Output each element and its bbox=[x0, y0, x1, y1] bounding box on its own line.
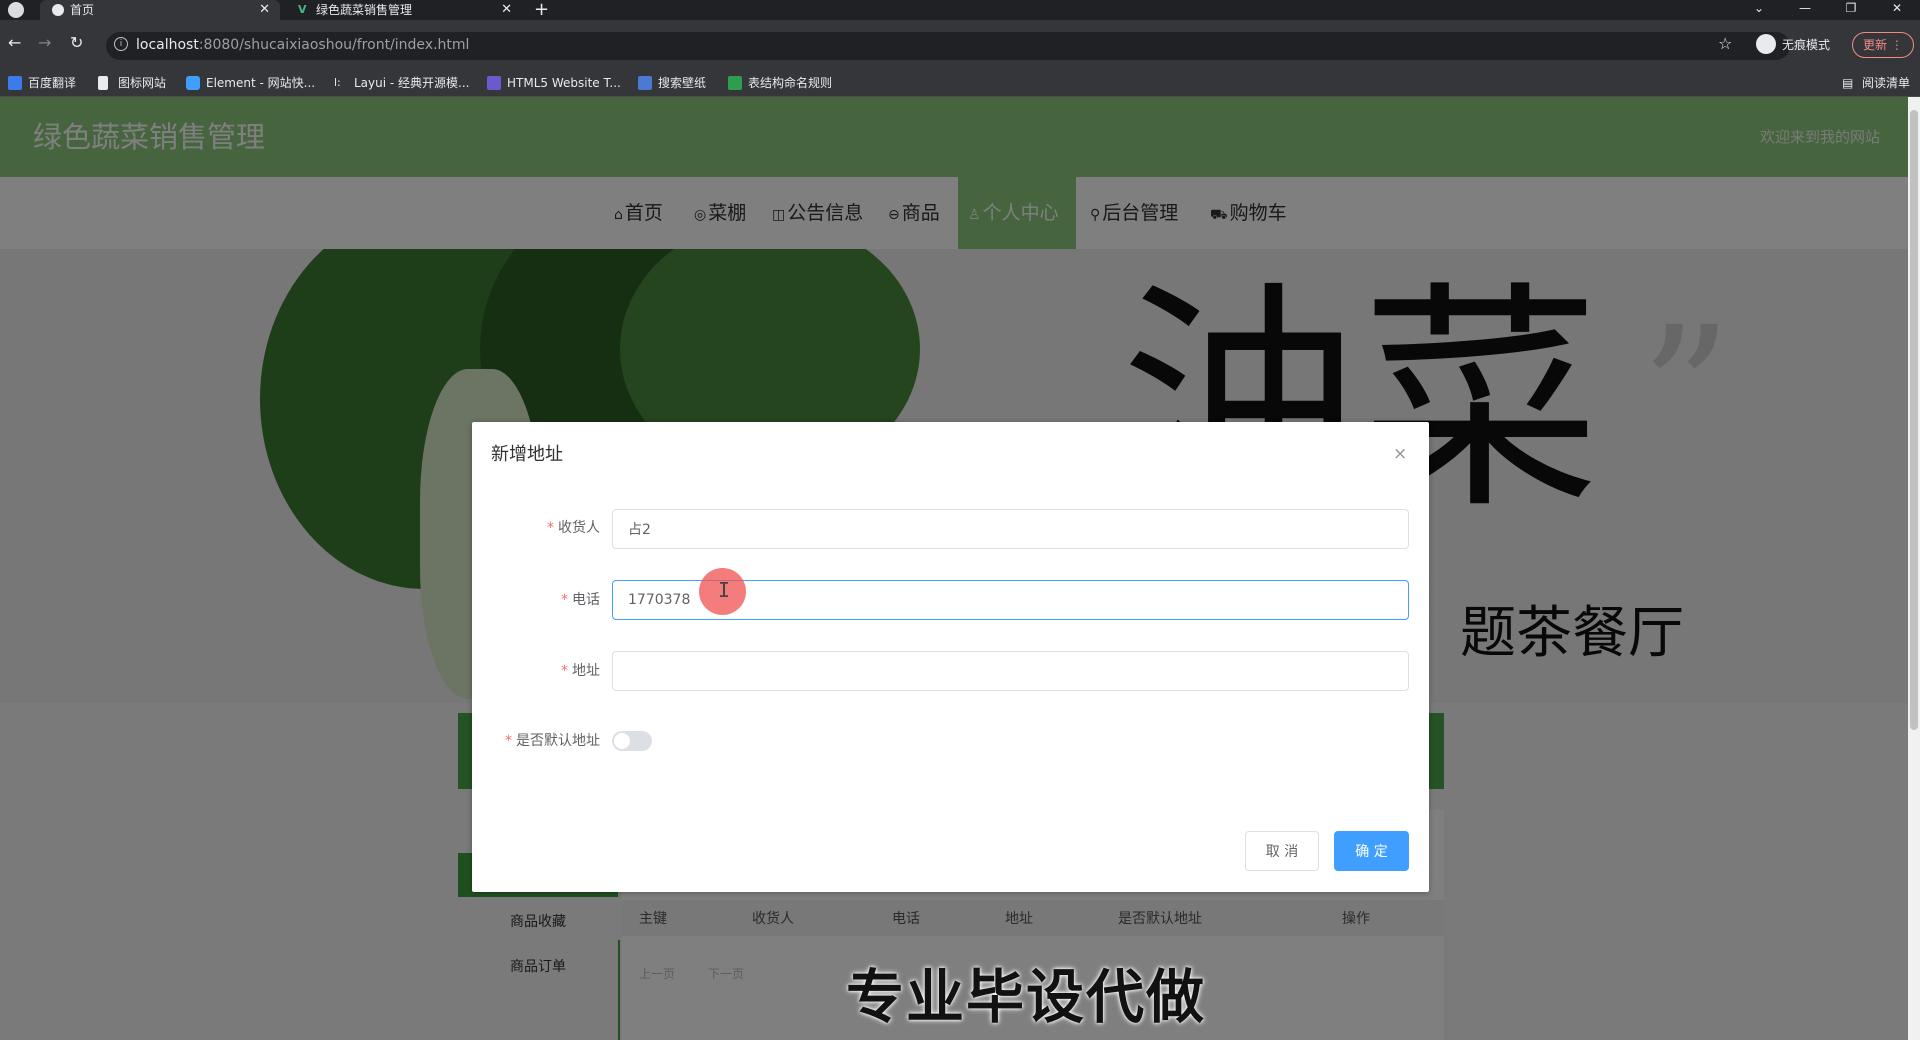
browser-menu-icon[interactable] bbox=[8, 2, 24, 18]
new-tab-button[interactable]: + bbox=[534, 0, 549, 20]
required-mark: * bbox=[547, 520, 554, 536]
phone-label: * 电话 bbox=[400, 580, 600, 620]
flag-icon bbox=[98, 76, 108, 90]
reload-icon[interactable]: ↻ bbox=[70, 33, 83, 52]
sheet-icon bbox=[728, 76, 742, 90]
update-label: 更新 bbox=[1863, 38, 1888, 52]
browser-tab-title: 首页 bbox=[70, 3, 95, 17]
scrollbar-thumb[interactable] bbox=[1910, 110, 1918, 730]
default-address-label: * 是否默认地址 bbox=[400, 721, 600, 761]
reading-list-button[interactable]: ▤ 阅读清单 bbox=[1842, 70, 1910, 96]
layui-logo-icon: l: bbox=[334, 76, 341, 89]
minimize-icon[interactable]: — bbox=[1782, 0, 1828, 20]
browser-tab-home[interactable]: 首页 ✕ bbox=[40, 0, 280, 20]
consignee-input[interactable] bbox=[612, 509, 1409, 549]
reading-list-label: 阅读清单 bbox=[1861, 76, 1910, 90]
bookmark-item[interactable]: 图标网站 bbox=[98, 70, 166, 96]
consignee-label-text: 收货人 bbox=[558, 520, 600, 536]
browser-tab-bar: 首页 ✕ V 绿色蔬菜销售管理 ✕ + ⌄ — ❐ ✕ bbox=[0, 0, 1920, 20]
restore-icon[interactable]: ❐ bbox=[1828, 0, 1874, 20]
overlay-caption: 专业毕设代做 bbox=[846, 963, 1207, 1031]
incognito-indicator[interactable]: 无痕模式 bbox=[1756, 33, 1830, 55]
bookmark-item[interactable]: l: Layui - 经典开源模... bbox=[334, 70, 469, 96]
translate-icon bbox=[8, 76, 22, 90]
consignee-label: * 收货人 bbox=[400, 508, 600, 548]
forward-icon[interactable]: → bbox=[38, 33, 51, 52]
required-mark: * bbox=[561, 663, 568, 679]
address-input[interactable] bbox=[612, 651, 1409, 691]
text-cursor-icon: I bbox=[718, 578, 731, 602]
globe-icon bbox=[52, 4, 64, 16]
reading-list-icon: ▤ bbox=[1841, 76, 1854, 90]
bookmark-label: HTML5 Website T... bbox=[507, 76, 621, 90]
bookmark-label: 图标网站 bbox=[118, 76, 167, 90]
bookmark-item[interactable]: 表结构命名规则 bbox=[728, 70, 832, 96]
html5-icon bbox=[487, 76, 501, 90]
close-tab-icon[interactable]: ✕ bbox=[501, 0, 512, 20]
bookmark-label: 表结构命名规则 bbox=[748, 76, 833, 90]
bookmark-label: Element - 网站快... bbox=[206, 76, 316, 90]
required-mark: * bbox=[561, 592, 568, 608]
url-host: localhost bbox=[136, 37, 199, 53]
cancel-button[interactable]: 取 消 bbox=[1245, 831, 1319, 871]
wallpaper-icon bbox=[638, 76, 652, 90]
site-info-icon[interactable]: i bbox=[114, 37, 128, 51]
bookmark-label: 搜索壁纸 bbox=[658, 76, 707, 90]
default-address-label-text: 是否默认地址 bbox=[516, 733, 600, 749]
address-label: * 地址 bbox=[400, 651, 600, 691]
required-mark: * bbox=[505, 733, 512, 749]
bookmark-star-icon[interactable]: ☆ bbox=[1718, 34, 1732, 53]
window-close-icon[interactable]: ✕ bbox=[1874, 0, 1920, 20]
browser-tab-title: 绿色蔬菜销售管理 bbox=[316, 3, 413, 17]
url-text[interactable]: localhost:8080/shucaixiaoshou/front/inde… bbox=[136, 36, 469, 54]
bookmark-item[interactable]: 搜索壁纸 bbox=[638, 70, 706, 96]
bookmark-item[interactable]: HTML5 Website T... bbox=[487, 70, 621, 96]
tab-search-icon[interactable]: ⌄ bbox=[1736, 0, 1782, 20]
phone-label-text: 电话 bbox=[572, 592, 600, 608]
element-logo-icon bbox=[186, 76, 200, 90]
bookmark-item[interactable]: 百度翻译 bbox=[8, 70, 76, 96]
browser-tab-admin[interactable]: V 绿色蔬菜销售管理 ✕ bbox=[286, 0, 522, 20]
address-label-text: 地址 bbox=[572, 663, 600, 679]
bookmark-label: Layui - 经典开源模... bbox=[354, 76, 470, 90]
url-path: :8080/shucaixiaoshou/front/index.html bbox=[198, 37, 470, 53]
incognito-label: 无痕模式 bbox=[1782, 37, 1831, 52]
update-button[interactable]: 更新 ⋮ bbox=[1852, 32, 1914, 58]
confirm-button[interactable]: 确 定 bbox=[1334, 831, 1409, 871]
dialog-title: 新增地址 bbox=[491, 444, 563, 465]
vue-logo-icon: V bbox=[298, 3, 307, 16]
incognito-icon bbox=[1756, 34, 1776, 54]
close-tab-icon[interactable]: ✕ bbox=[259, 0, 270, 20]
bookmark-item[interactable]: Element - 网站快... bbox=[186, 70, 315, 96]
back-icon[interactable]: ← bbox=[8, 33, 21, 52]
switch-knob[interactable] bbox=[614, 733, 630, 749]
window-controls: ⌄ — ❐ ✕ bbox=[1736, 0, 1920, 20]
bookmark-label: 百度翻译 bbox=[28, 76, 77, 90]
close-icon[interactable]: × bbox=[1393, 443, 1407, 465]
